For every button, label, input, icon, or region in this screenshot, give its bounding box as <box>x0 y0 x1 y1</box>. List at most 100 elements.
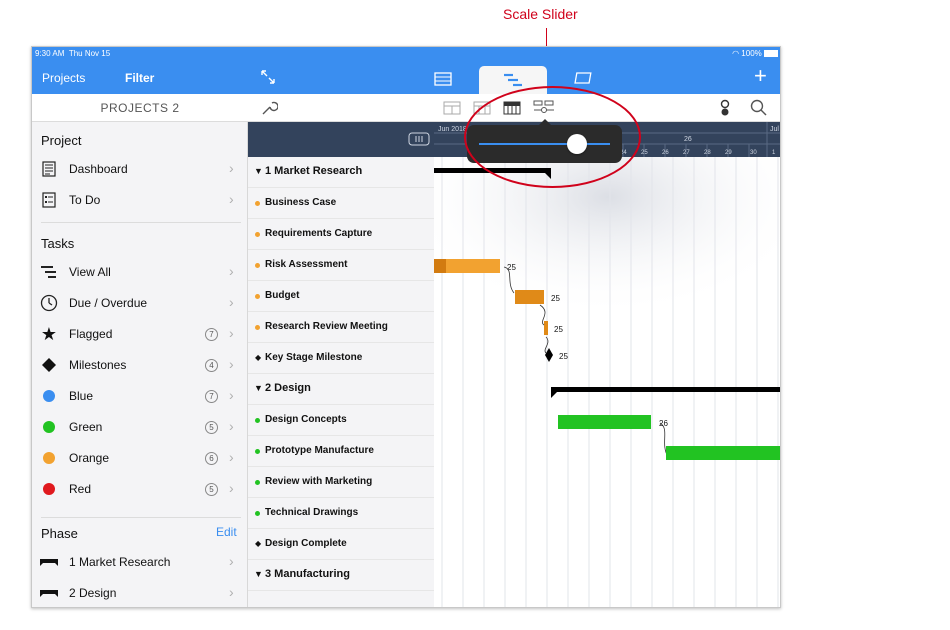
day-label: 27 <box>683 150 690 156</box>
chevron-right-icon: › <box>229 294 234 310</box>
battery-icon <box>764 50 778 58</box>
review-meeting-bar[interactable] <box>544 321 548 335</box>
outline-task-row[interactable]: Budget <box>248 281 434 312</box>
outline-task-row[interactable]: Risk Assessment <box>248 250 434 281</box>
sidebar-item-label: Milestones <box>69 358 127 372</box>
columns-icon[interactable] <box>408 132 430 151</box>
sidebar-item-view-all[interactable]: View All › <box>32 257 248 288</box>
outline-task-row[interactable]: Prototype Manufacture <box>248 436 434 467</box>
section-tasks-heading: Tasks <box>41 236 75 251</box>
concepts-duration-label: 26 <box>659 419 668 428</box>
scale-slider-knob[interactable] <box>567 134 587 154</box>
outline-label: Prototype Manufacture <box>265 445 374 456</box>
sidebar-item-orange[interactable]: Orange 6 › <box>32 443 248 474</box>
outline-group-row[interactable]: ▼ 1 Market Research <box>248 157 434 188</box>
sidebar-item-dashboard[interactable]: Dashboard › <box>32 154 248 185</box>
budget-duration-label: 25 <box>551 294 560 303</box>
day-scale-icon[interactable] <box>443 101 461 120</box>
week-scale-icon[interactable] <box>473 101 491 120</box>
count-badge: 7 <box>205 328 218 341</box>
sidebar-item-due-overdue[interactable]: Due / Overdue › <box>32 288 248 319</box>
outline-milestone-row[interactable]: ◆ Key Stage Milestone <box>248 343 434 374</box>
month-scale-icon[interactable] <box>503 101 521 120</box>
green-bullet-icon <box>255 449 260 454</box>
search-icon[interactable] <box>750 99 768 122</box>
collapse-icon[interactable] <box>260 69 276 90</box>
edit-phases-button[interactable]: Edit <box>216 525 237 539</box>
disclosure-triangle-icon[interactable]: ▼ <box>254 383 263 393</box>
scale-slider-toggle-icon[interactable] <box>533 100 555 119</box>
add-icon[interactable]: + <box>754 63 767 89</box>
outline-milestone-row[interactable]: ◆ Design Complete <box>248 529 434 560</box>
ipad-window: 9:30 AM Thu Nov 15 Projects Filter PROJE… <box>31 46 781 608</box>
outline-task-row[interactable]: Business Case <box>248 188 434 219</box>
filter-title[interactable]: Filter <box>125 71 154 85</box>
todo-icon <box>40 191 58 209</box>
outline-label: Budget <box>265 290 300 301</box>
day-label: 29 <box>725 150 732 156</box>
chevron-right-icon: › <box>229 584 234 600</box>
day-label: 1 <box>772 150 776 156</box>
prototype-manufacture-bar[interactable] <box>666 446 781 460</box>
board-view-tab[interactable] <box>574 72 592 91</box>
outline-task-row[interactable]: Requirements Capture <box>248 219 434 250</box>
outline-task-row[interactable]: Technical Drawings <box>248 498 434 529</box>
outline-label: Risk Assessment <box>265 259 348 270</box>
sidebar-item-todo[interactable]: To Do › <box>32 185 248 216</box>
divider <box>41 222 241 223</box>
orange-bullet-icon <box>255 232 260 237</box>
filter-toggle-icon[interactable] <box>718 99 732 122</box>
chevron-right-icon: › <box>229 449 234 465</box>
projects-back-button[interactable]: Projects <box>42 71 85 85</box>
outline-label: Technical Drawings <box>265 507 359 518</box>
count-badge: 4 <box>205 359 218 372</box>
scale-slider-track[interactable] <box>479 143 610 145</box>
phase-2-summary-bar[interactable] <box>551 387 781 398</box>
popover-arrow <box>539 119 551 125</box>
section-phase-heading: Phase <box>41 526 78 541</box>
budget-bar[interactable] <box>515 290 544 304</box>
phase-bar-icon <box>40 553 58 571</box>
sidebar-item-flagged[interactable]: ★ Flagged 7 › <box>32 319 248 350</box>
dashboard-icon <box>40 160 58 178</box>
chevron-right-icon: › <box>229 263 234 279</box>
gantt-chart-area: 25 25 25 25 26 <box>434 157 781 607</box>
sidebar-item-label: Orange <box>69 451 110 465</box>
outline-label: Design Complete <box>265 538 347 549</box>
outline-header <box>248 122 434 157</box>
day-label: 30 <box>750 150 757 156</box>
design-concepts-bar[interactable] <box>558 415 651 429</box>
sidebar-item-label: View All <box>69 265 111 279</box>
sidebar-item-phase-design[interactable]: 2 Design › <box>32 578 248 607</box>
disclosure-triangle-icon[interactable]: ▼ <box>254 569 263 579</box>
projects-subtitle: PROJECTS 2 <box>32 94 248 122</box>
sidebar-item-red[interactable]: Red 5 › <box>32 474 248 505</box>
sidebar-item-phase-market-research[interactable]: 1 Market Research › <box>32 547 248 578</box>
table-view-tab[interactable] <box>434 72 452 91</box>
outline-group-row[interactable]: ▼ 2 Design <box>248 374 434 405</box>
outline-group-row[interactable]: ▼ 3 Manufacturing <box>248 560 434 591</box>
chevron-right-icon: › <box>229 356 234 372</box>
disclosure-triangle-icon[interactable]: ▼ <box>254 166 263 176</box>
sidebar-item-green[interactable]: Green 5 › <box>32 412 248 443</box>
outline-task-row[interactable]: Design Concepts <box>248 405 434 436</box>
outline-label: Design Concepts <box>265 414 347 425</box>
orange-bullet-icon <box>255 201 260 206</box>
orange-bullet-icon <box>255 294 260 299</box>
main-nav-bar: ◠ 100% + <box>248 47 780 94</box>
green-bullet-icon <box>255 418 260 423</box>
review-duration-label: 25 <box>554 325 563 334</box>
outline-task-row[interactable]: Review with Marketing <box>248 467 434 498</box>
sidebar-item-blue[interactable]: Blue 7 › <box>32 381 248 412</box>
sidebar-item-milestones[interactable]: Milestones 4 › <box>32 350 248 381</box>
chevron-right-icon: › <box>229 418 234 434</box>
sidebar-item-label: 2 Design <box>69 586 117 600</box>
gantt-view-tab[interactable] <box>479 66 547 94</box>
time-text: 9:30 AM <box>35 49 65 58</box>
milestone-diamond-icon: ◆ <box>255 353 262 362</box>
sidebar-item-label: Due / Overdue <box>69 296 148 310</box>
wrench-icon[interactable] <box>260 99 279 122</box>
month-label-jul: Jul <box>770 126 779 133</box>
sidebar-item-label: Red <box>69 482 92 496</box>
outline-task-row[interactable]: Research Review Meeting <box>248 312 434 343</box>
